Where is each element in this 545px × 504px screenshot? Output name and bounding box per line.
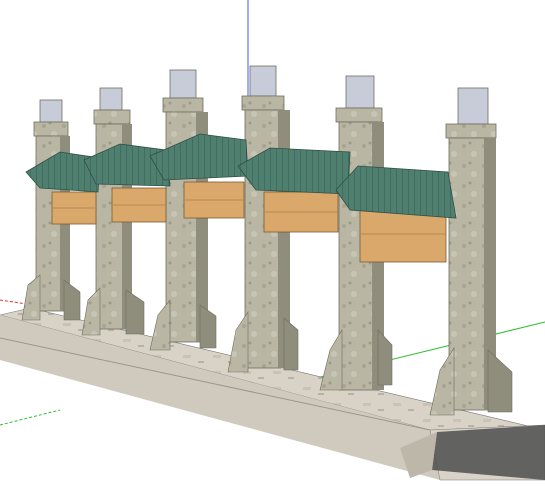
model-canvas[interactable] (0, 0, 545, 504)
axis-green-left (0, 409, 61, 426)
3d-viewport[interactable] (0, 0, 545, 504)
